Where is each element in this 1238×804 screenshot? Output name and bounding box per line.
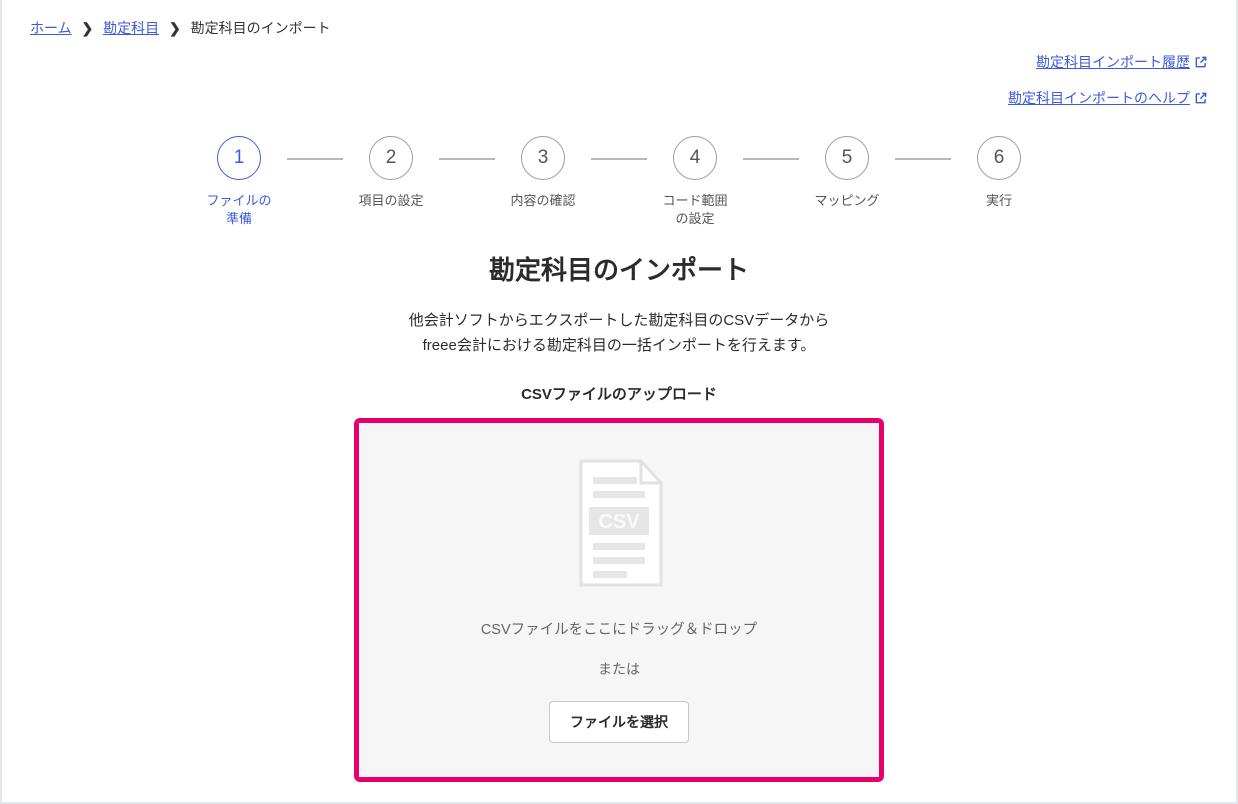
import-history-label: 勘定科目インポート履歴 [1036, 52, 1190, 72]
breadcrumb-home[interactable]: ホーム [30, 20, 72, 36]
step-label: 実行 [986, 192, 1012, 210]
file-dropzone[interactable]: CSV CSVファイルをここにドラッグ＆ドロップ または ファイルを選択 [359, 423, 879, 777]
step-connector [591, 158, 647, 160]
step-label: 内容の確認 [510, 192, 575, 210]
desc-line1: 他会計ソフトからエクスポートした勘定科目のCSVデータから [2, 309, 1236, 334]
step-circle: 5 [825, 136, 869, 180]
step-connector [287, 158, 343, 160]
step-circle: 4 [673, 136, 717, 180]
step-1: 1 ファイルの準備 [191, 136, 287, 228]
dropzone-or: または [379, 659, 859, 679]
import-history-link[interactable]: 勘定科目インポート履歴 [1036, 52, 1208, 72]
stepper: 1 ファイルの準備 2 項目の設定 3 内容の確認 4 コード範囲の設定 5 マッピング 6 実行 [2, 136, 1236, 228]
step-circle: 1 [217, 136, 261, 180]
external-link-icon [1194, 55, 1208, 69]
chevron-right-icon: ❯ [169, 20, 181, 36]
step-label: コード範囲の設定 [662, 192, 727, 228]
desc-line2: freee会計における勘定科目の一括インポートを行えます。 [2, 334, 1236, 359]
import-help-label: 勘定科目インポートのヘルプ [1008, 88, 1190, 108]
step-label: マッピング [814, 192, 879, 210]
step-3: 3 内容の確認 [495, 136, 591, 210]
top-links: 勘定科目インポート履歴 勘定科目インポートのヘルプ [1008, 52, 1208, 124]
csv-file-icon: CSV [569, 459, 669, 594]
step-connector [439, 158, 495, 160]
chevron-right-icon: ❯ [81, 20, 93, 36]
step-circle: 3 [521, 136, 565, 180]
external-link-icon [1194, 91, 1208, 105]
step-connector [895, 158, 951, 160]
step-connector [743, 158, 799, 160]
svg-text:CSV: CSV [598, 511, 640, 533]
import-help-link[interactable]: 勘定科目インポートのヘルプ [1008, 88, 1208, 108]
page-title: 勘定科目のインポート [2, 250, 1236, 287]
breadcrumb-account[interactable]: 勘定科目 [103, 20, 159, 36]
step-6: 6 実行 [951, 136, 1047, 210]
upload-heading: CSVファイルのアップロード [2, 383, 1236, 404]
breadcrumb: ホーム ❯ 勘定科目 ❯ 勘定科目のインポート [2, 0, 1236, 56]
step-circle: 6 [977, 136, 1021, 180]
breadcrumb-current: 勘定科目のインポート [191, 20, 331, 36]
step-2: 2 項目の設定 [343, 136, 439, 210]
dropzone-highlight: CSV CSVファイルをここにドラッグ＆ドロップ または ファイルを選択 [354, 418, 884, 782]
step-label: 項目の設定 [358, 192, 423, 210]
dropzone-instruction: CSVファイルをここにドラッグ＆ドロップ [379, 618, 859, 639]
page-description: 他会計ソフトからエクスポートした勘定科目のCSVデータから freee会計におけ… [2, 309, 1236, 359]
step-4: 4 コード範囲の設定 [647, 136, 743, 228]
step-label: ファイルの準備 [206, 192, 271, 228]
step-circle: 2 [369, 136, 413, 180]
step-5: 5 マッピング [799, 136, 895, 210]
file-select-button[interactable]: ファイルを選択 [549, 701, 689, 743]
